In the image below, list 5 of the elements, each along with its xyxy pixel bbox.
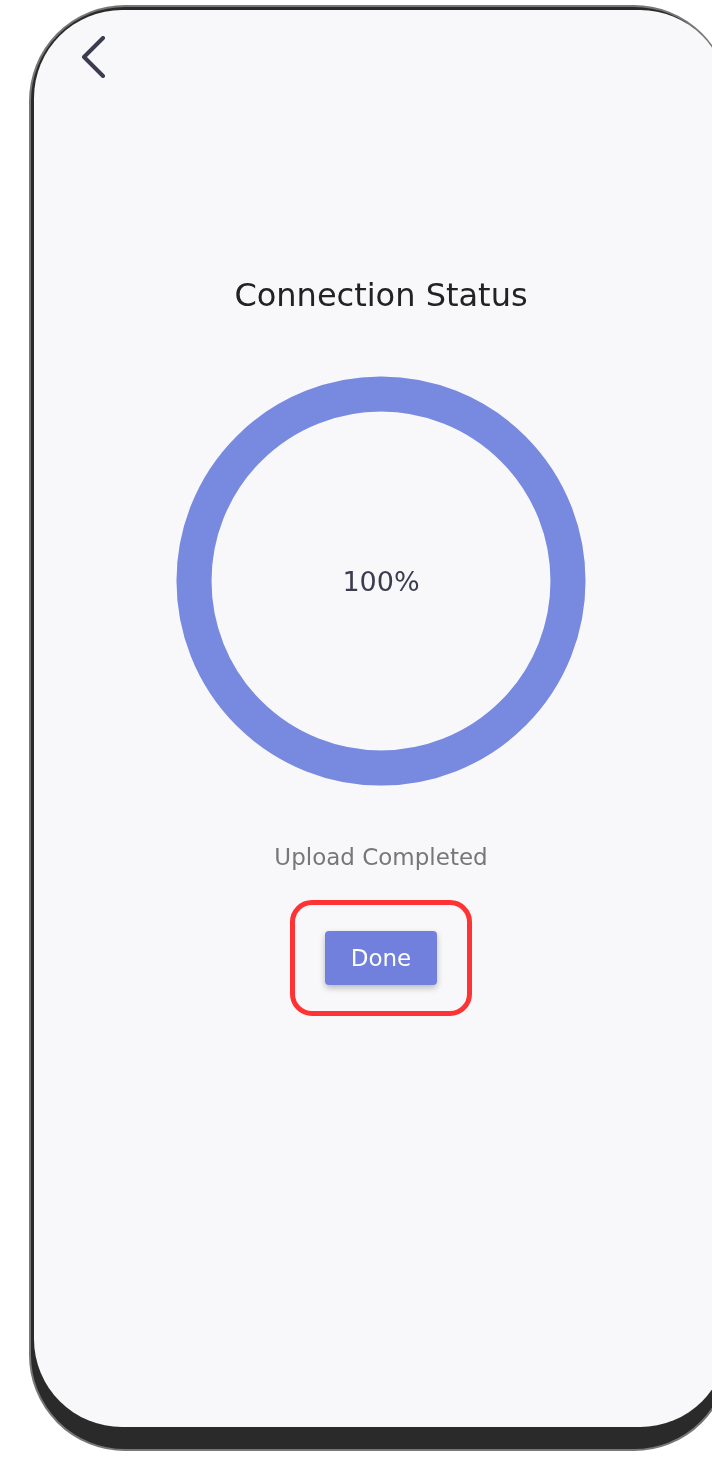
back-icon[interactable] bbox=[80, 36, 106, 78]
status-text: Upload Completed bbox=[274, 844, 488, 870]
screen-title: Connection Status bbox=[234, 276, 528, 314]
done-button[interactable]: Done bbox=[324, 931, 438, 985]
progress-percentage: 100% bbox=[342, 565, 420, 597]
